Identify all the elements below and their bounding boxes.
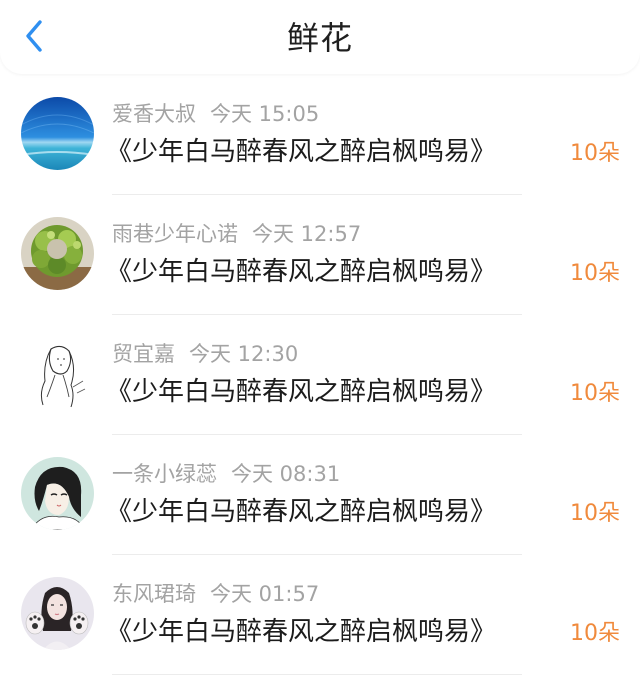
list-item[interactable]: 一条小绿蕊 今天 08:31 《少年白马醉春风之醉启枫鸣易》 10朵 <box>0 435 640 555</box>
list-item[interactable]: 东风珺琦 今天 01:57 《少年白马醉春风之醉启枫鸣易》 10朵 <box>0 555 640 675</box>
nav-bar: 鲜花 <box>0 0 640 74</box>
flower-count: 10朵 <box>570 501 620 526</box>
book-title: 《少年白马醉春风之醉启枫鸣易》 <box>106 137 497 167</box>
book-title: 《少年白马醉春风之醉启枫鸣易》 <box>106 257 497 287</box>
book-title: 《少年白马醉春风之醉启枫鸣易》 <box>106 377 497 407</box>
timestamp: 今天 12:30 <box>189 342 299 366</box>
timestamp: 今天 01:57 <box>210 582 320 606</box>
gift-list: 爱香大叔 今天 15:05 《少年白马醉春风之醉启枫鸣易》 10朵 雨巷少年心诺… <box>0 75 640 675</box>
timestamp: 今天 12:57 <box>252 222 362 246</box>
list-item[interactable]: 贸宜嘉 今天 12:30 《少年白马醉春风之醉启枫鸣易》 10朵 <box>0 315 640 435</box>
timestamp: 今天 08:31 <box>231 462 341 486</box>
flower-count: 10朵 <box>570 381 620 406</box>
plant-wreath-avatar[interactable] <box>21 217 94 290</box>
user-name[interactable]: 一条小绿蕊 <box>112 462 217 486</box>
girl-cat-paws-avatar[interactable] <box>21 577 94 650</box>
divider <box>112 674 522 675</box>
gift-list-screen: 鲜花 爱香大叔 今天 15:05 《少年白马醉春风之醉启枫鸣易》 10朵 雨巷少… <box>0 0 640 685</box>
timestamp: 今天 15:05 <box>210 102 320 126</box>
list-item[interactable]: 爱香大叔 今天 15:05 《少年白马醉春风之醉启枫鸣易》 10朵 <box>0 75 640 195</box>
sketch-girl-avatar[interactable] <box>21 337 94 410</box>
flower-count: 10朵 <box>570 261 620 286</box>
flower-count: 10朵 <box>570 141 620 166</box>
page-title: 鲜花 <box>286 19 353 57</box>
user-name[interactable]: 贸宜嘉 <box>112 342 175 366</box>
user-name[interactable]: 爱香大叔 <box>112 102 196 126</box>
sea-sky-avatar[interactable] <box>21 97 94 170</box>
list-item[interactable]: 雨巷少年心诺 今天 12:57 《少年白马醉春风之醉启枫鸣易》 10朵 <box>0 195 640 315</box>
anime-girl-avatar[interactable] <box>21 457 94 530</box>
book-title: 《少年白马醉春风之醉启枫鸣易》 <box>106 617 497 647</box>
user-name[interactable]: 东风珺琦 <box>112 582 196 606</box>
flower-count: 10朵 <box>570 621 620 646</box>
book-title: 《少年白马醉春风之醉启枫鸣易》 <box>106 497 497 527</box>
user-name[interactable]: 雨巷少年心诺 <box>112 222 238 246</box>
